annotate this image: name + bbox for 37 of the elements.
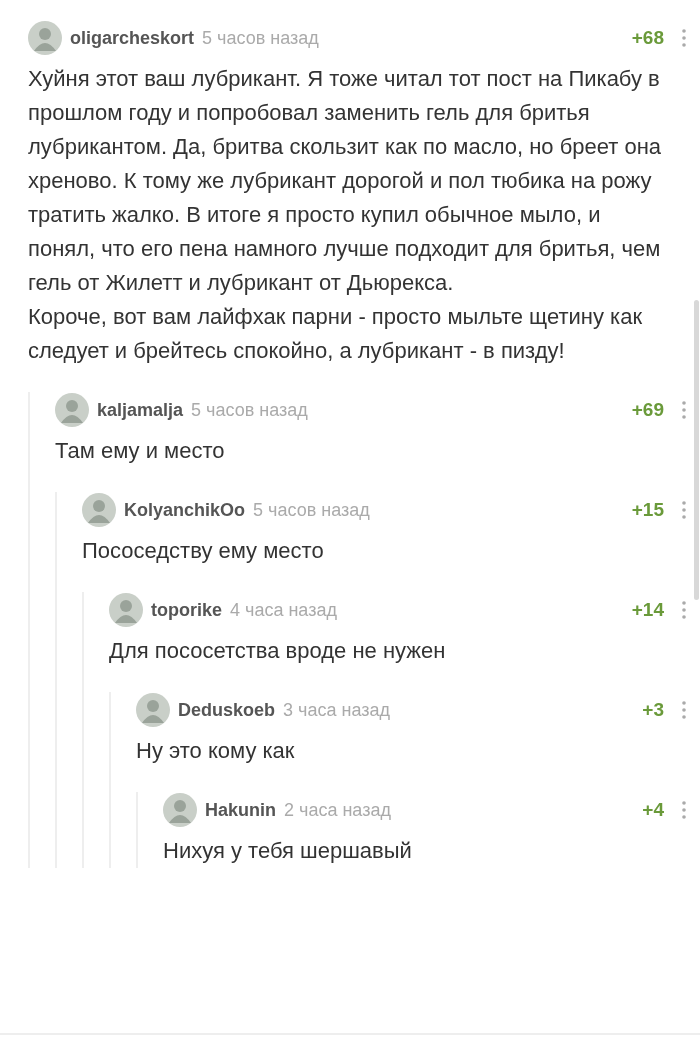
comment-text: Пососедству ему место xyxy=(82,537,325,565)
comment-text: Ну это кому как xyxy=(136,737,296,765)
comment-text: Нихуя у тебя шершавый xyxy=(163,837,413,865)
comment-rating: +4 xyxy=(642,799,664,821)
comment-rating: +3 xyxy=(642,699,664,721)
more-icon[interactable] xyxy=(682,401,686,419)
comment-text: Для пососетства вроде не нужен xyxy=(109,637,447,665)
scrollbar[interactable] xyxy=(694,300,699,600)
comment-rating: +69 xyxy=(631,399,664,421)
comment-text: Хуйня этот ваш лубрикант. Я тоже читал тот пост на Пикабу в прошлом году и попробовал заменить гель для бритья лубрикантом. Да, бритва скользит как по масло, но бреет она хреново. К тому же лубрикант дорогой и пол тюбика на рожу тратить жалко. В итоге я просто купил обычное мыло, и понял, что его пена намного лучше подходит для бритья, чем гель от Жилетт и лубрикант от Дьюрекса. Короче, вот вам лайфхак парни - просто мыльте щетину как следует и брейтесь спокойно, а лубрикант - в пизду! xyxy=(28,65,663,365)
comment-time: 2 часа назад xyxy=(284,799,391,821)
more-icon[interactable] xyxy=(682,601,686,619)
comment-time: 5 часов назад xyxy=(191,399,308,421)
comment-time: 3 часа назад xyxy=(283,699,390,721)
avatar[interactable] xyxy=(82,493,116,527)
comment-rating: +14 xyxy=(631,599,664,621)
avatar[interactable] xyxy=(163,793,197,827)
author-name[interactable]: toporike xyxy=(151,599,222,621)
comment-time: 4 часа назад xyxy=(230,599,337,621)
more-icon[interactable] xyxy=(682,29,686,47)
more-icon[interactable] xyxy=(682,701,686,719)
author-name[interactable]: kaljamalja xyxy=(97,399,184,421)
author-name[interactable]: oligarcheskort xyxy=(70,27,195,49)
comment-rating: +15 xyxy=(631,499,664,521)
comment-time: 5 часов назад xyxy=(253,499,370,521)
avatar[interactable] xyxy=(28,21,62,55)
comment-rating: +68 xyxy=(631,27,664,49)
author-name[interactable]: Deduskoeb xyxy=(178,699,276,721)
avatar[interactable] xyxy=(109,593,143,627)
more-icon[interactable] xyxy=(682,801,686,819)
comment-time: 5 часов назад xyxy=(202,27,319,49)
avatar[interactable] xyxy=(136,693,170,727)
author-name[interactable]: Hakunin xyxy=(205,799,276,821)
comment-text: Там ему и место xyxy=(55,437,226,465)
more-icon[interactable] xyxy=(682,501,686,519)
avatar[interactable] xyxy=(55,393,89,427)
author-name[interactable]: KolyanchikOo xyxy=(124,499,246,521)
